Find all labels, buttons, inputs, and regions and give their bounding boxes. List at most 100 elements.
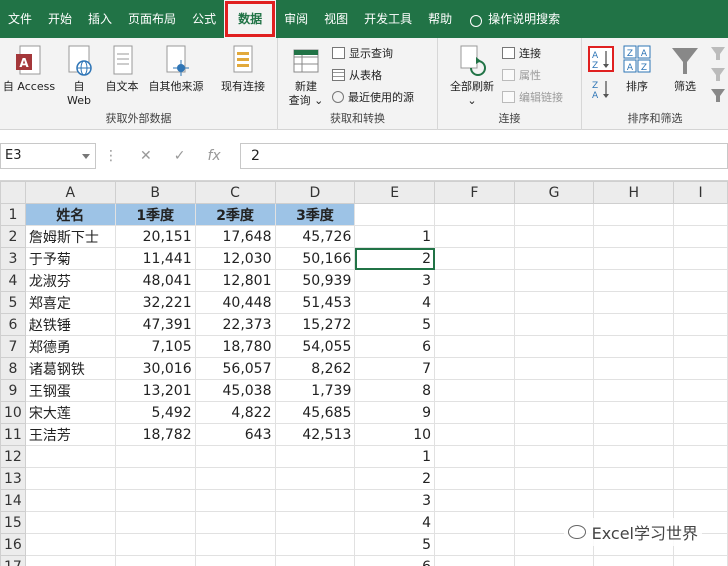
cell[interactable]: 1 xyxy=(354,225,436,248)
cell[interactable] xyxy=(513,247,595,270)
cell[interactable] xyxy=(513,401,595,424)
enter-icon[interactable]: ✓ xyxy=(174,148,186,164)
cell[interactable]: 3 xyxy=(354,489,436,512)
cell[interactable]: 54,055 xyxy=(274,335,356,358)
cell[interactable] xyxy=(593,423,675,446)
row-header[interactable]: 16 xyxy=(0,533,26,556)
cell[interactable]: 5,492 xyxy=(114,401,196,424)
row-header[interactable]: 4 xyxy=(0,269,26,292)
row-header[interactable]: 6 xyxy=(0,313,26,336)
cell[interactable]: 6 xyxy=(354,555,436,566)
cell[interactable] xyxy=(673,445,728,468)
row-header[interactable]: 1 xyxy=(0,203,26,226)
cell[interactable] xyxy=(593,203,675,226)
column-header[interactable]: G xyxy=(513,181,595,204)
cell[interactable] xyxy=(434,313,515,336)
insert-function-icon[interactable]: fx xyxy=(207,148,220,164)
column-header[interactable]: C xyxy=(194,181,276,204)
cell[interactable]: 詹姆斯下士 xyxy=(24,225,116,248)
cell[interactable] xyxy=(114,511,196,534)
cell[interactable] xyxy=(434,379,515,402)
column-header[interactable]: D xyxy=(274,181,356,204)
column-header[interactable]: B xyxy=(114,181,196,204)
spreadsheet-grid[interactable]: A B C D E F G H I 1 姓名 1季度 2季度 3季度 2 詹姆斯下士 20,151 17,648 4… xyxy=(0,181,728,566)
cell[interactable] xyxy=(593,269,675,292)
cell[interactable] xyxy=(513,203,595,226)
tab-7[interactable]: 视图 xyxy=(316,0,356,38)
cell[interactable] xyxy=(513,445,595,468)
cell[interactable]: 1 xyxy=(354,445,436,468)
cell[interactable] xyxy=(24,445,116,468)
cell[interactable]: 643 xyxy=(194,423,276,446)
cell[interactable]: 48,041 xyxy=(114,269,196,292)
cell[interactable]: 5 xyxy=(354,313,436,336)
cell[interactable]: 18,780 xyxy=(194,335,276,358)
cell[interactable] xyxy=(434,555,515,566)
column-header[interactable]: A xyxy=(24,181,116,204)
advanced-filter-icons[interactable] xyxy=(710,44,726,104)
cell[interactable]: 龙淑芬 xyxy=(24,269,116,292)
cell[interactable]: 20,151 xyxy=(114,225,196,248)
cell[interactable] xyxy=(434,533,515,556)
cell[interactable] xyxy=(593,335,675,358)
cell[interactable] xyxy=(24,467,116,490)
cell[interactable]: 42,513 xyxy=(274,423,356,446)
properties-button[interactable]: 属性 xyxy=(502,66,541,84)
select-all-corner[interactable] xyxy=(0,181,26,204)
connections-button[interactable]: 连接 xyxy=(502,44,541,62)
cell[interactable]: 18,782 xyxy=(114,423,196,446)
cell[interactable] xyxy=(434,423,515,446)
row-header[interactable]: 10 xyxy=(0,401,26,424)
cell[interactable] xyxy=(513,379,595,402)
cell[interactable] xyxy=(513,467,595,490)
cell[interactable]: 40,448 xyxy=(194,291,276,314)
cell[interactable]: 30,016 xyxy=(114,357,196,380)
from-text-button[interactable]: 自文本 xyxy=(100,44,144,94)
cell[interactable] xyxy=(593,247,675,270)
cell[interactable] xyxy=(673,291,728,314)
cell[interactable] xyxy=(673,203,728,226)
from-other-sources-button[interactable]: 自其他来源 xyxy=(144,44,208,94)
cell[interactable] xyxy=(274,445,356,468)
cell[interactable] xyxy=(673,555,728,566)
cell[interactable]: 6 xyxy=(354,335,436,358)
cell[interactable] xyxy=(114,533,196,556)
row-header[interactable]: 15 xyxy=(0,511,26,534)
from-table-button[interactable]: 从表格 xyxy=(332,66,382,84)
column-header[interactable]: E xyxy=(354,181,436,204)
cell[interactable]: 47,391 xyxy=(114,313,196,336)
cell[interactable] xyxy=(513,313,595,336)
cell[interactable]: 51,453 xyxy=(274,291,356,314)
cell[interactable] xyxy=(513,489,595,512)
cell[interactable]: 8,262 xyxy=(274,357,356,380)
cell[interactable] xyxy=(673,225,728,248)
sort-descending-button[interactable]: Z A xyxy=(590,78,612,101)
tab-9[interactable]: 帮助 xyxy=(420,0,460,38)
cell[interactable]: 郑德勇 xyxy=(24,335,116,358)
cell[interactable] xyxy=(434,445,515,468)
cell[interactable] xyxy=(673,401,728,424)
formula-input[interactable]: 2 xyxy=(240,143,728,169)
cell[interactable] xyxy=(673,423,728,446)
cell[interactable] xyxy=(24,511,116,534)
cell[interactable] xyxy=(194,511,276,534)
cell[interactable] xyxy=(593,357,675,380)
row-header[interactable]: 7 xyxy=(0,335,26,358)
row-header[interactable]: 13 xyxy=(0,467,26,490)
cell[interactable]: 45,726 xyxy=(274,225,356,248)
cell[interactable] xyxy=(593,555,675,566)
cell[interactable] xyxy=(434,269,515,292)
cell[interactable] xyxy=(274,555,356,566)
cell[interactable] xyxy=(434,203,515,226)
filter-button[interactable]: 筛选 xyxy=(664,44,706,94)
cell[interactable] xyxy=(513,423,595,446)
cell[interactable] xyxy=(114,489,196,512)
cell[interactable] xyxy=(434,247,515,270)
cell[interactable] xyxy=(114,467,196,490)
cell[interactable] xyxy=(673,247,728,270)
tab-8[interactable]: 开发工具 xyxy=(356,0,420,38)
cell[interactable] xyxy=(274,533,356,556)
cell[interactable] xyxy=(673,269,728,292)
cell[interactable]: 3季度 xyxy=(274,203,356,226)
recent-sources-button[interactable]: 最近使用的源 xyxy=(332,88,414,106)
